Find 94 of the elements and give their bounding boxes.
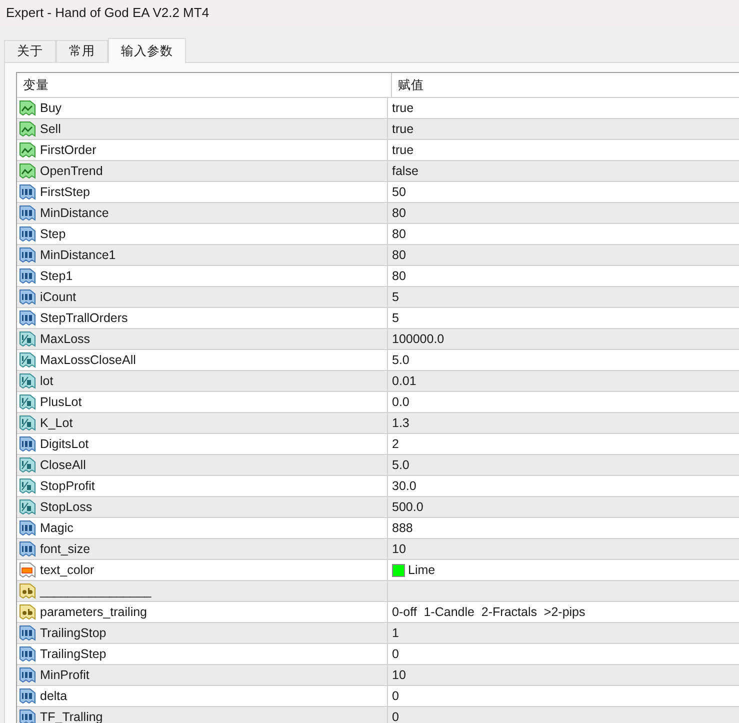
parameter-name: MaxLoss [40,332,90,346]
parameter-name: StepTrallOrders [40,311,128,325]
text-document-icon [19,604,36,620]
parameter-value[interactable]: 80 [392,206,406,220]
parameter-value[interactable]: 0 [392,689,399,703]
parameter-name: K_Lot [40,416,73,430]
parameter-name: StopLoss [40,500,92,514]
parameter-value[interactable]: 30.0 [392,479,416,493]
parameter-value[interactable]: 0.0 [392,395,410,409]
line-document-icon [19,100,36,116]
parameter-value[interactable]: false [392,164,418,178]
fraction-document-icon [19,499,36,515]
line-document-icon [19,163,36,179]
number-document-icon [19,184,36,200]
number-document-icon [19,310,36,326]
color-document-icon [19,562,36,578]
tab[interactable]: 关于 [4,40,56,62]
parameter-name: font_size [40,542,90,556]
parameter-value[interactable]: 0-off 1-Candle 2-Fractals >2-pips [392,605,586,619]
parameter-value[interactable]: 80 [392,227,406,241]
parameter-value[interactable]: 888 [392,521,413,535]
parameter-value[interactable]: 1.3 [392,416,410,430]
parameter-value[interactable]: 10 [392,542,406,556]
number-document-icon [19,709,36,723]
parameter-name: StopProfit [40,479,95,493]
number-document-icon [19,205,36,221]
parameter-value[interactable]: 0.01 [392,374,416,388]
text-document-icon [19,583,36,599]
parameter-name: Step1 [40,269,73,283]
number-document-icon [19,688,36,704]
parameter-value[interactable]: Lime [408,563,436,577]
line-document-icon [19,121,36,137]
parameter-name: MinDistance1 [40,248,116,262]
parameter-value[interactable]: 5.0 [392,353,410,367]
fraction-document-icon [19,373,36,389]
parameter-name: parameters_trailing [40,605,147,619]
parameter-value[interactable]: 500.0 [392,500,424,514]
parameter-value[interactable]: 10 [392,668,406,682]
parameter-value[interactable]: 1 [392,626,399,640]
parameter-name: DigitsLot [40,437,89,451]
parameter-name: FirstOrder [40,143,96,157]
fraction-document-icon [19,331,36,347]
parameter-value[interactable]: 50 [392,185,406,199]
parameter-name: Buy [40,101,62,115]
parameter-name: lot [40,374,54,388]
number-document-icon [19,646,36,662]
parameter-value[interactable]: 5.0 [392,458,410,472]
column-header: 变量 [17,73,392,97]
parameter-value[interactable]: true [392,143,414,157]
number-document-icon [19,541,36,557]
parameter-name: MinDistance [40,206,109,220]
parameter-name: ________________ [40,584,152,598]
parameter-name: TrailingStop [40,626,106,640]
fraction-document-icon [19,478,36,494]
tab[interactable]: 输入参数 [108,38,186,63]
tab[interactable]: 常用 [56,40,108,62]
parameter-value[interactable]: 100000.0 [392,332,444,346]
parameter-value[interactable]: 5 [392,311,399,325]
number-document-icon [19,667,36,683]
number-document-icon [19,625,36,641]
parameter-name: MaxLossCloseAll [40,353,136,367]
fraction-document-icon [19,352,36,368]
parameter-name: OpenTrend [40,164,103,178]
parameter-name: FirstStep [40,185,90,199]
number-document-icon [19,226,36,242]
parameter-name: Step [40,227,66,241]
parameter-name: iCount [40,290,76,304]
number-document-icon [19,268,36,284]
parameter-value[interactable]: 0 [392,647,399,661]
line-document-icon [19,142,36,158]
number-document-icon [19,247,36,263]
parameter-name: MinProfit [40,668,90,682]
parameter-name: Magic [40,521,74,535]
number-document-icon [19,520,36,536]
parameter-name: text_color [40,563,94,577]
parameter-value[interactable]: true [392,101,414,115]
parameter-value[interactable]: 0 [392,710,399,723]
parameter-value[interactable]: 80 [392,248,406,262]
parameter-name: TrailingStep [40,647,106,661]
parameter-value[interactable]: true [392,122,414,136]
fraction-document-icon [19,394,36,410]
window-title: Expert - Hand of God EA V2.2 MT4 [6,5,210,20]
fraction-document-icon [19,457,36,473]
number-document-icon [19,436,36,452]
parameter-value[interactable]: 2 [392,437,399,451]
parameter-name: Sell [40,122,61,136]
parameter-name: CloseAll [40,458,86,472]
parameter-value[interactable]: 5 [392,290,399,304]
column-header: 赋值 [397,76,425,94]
parameter-name: delta [40,689,68,703]
fraction-document-icon [19,415,36,431]
parameter-name: PlusLot [40,395,82,409]
number-document-icon [19,289,36,305]
parameter-value[interactable]: 80 [392,269,406,283]
